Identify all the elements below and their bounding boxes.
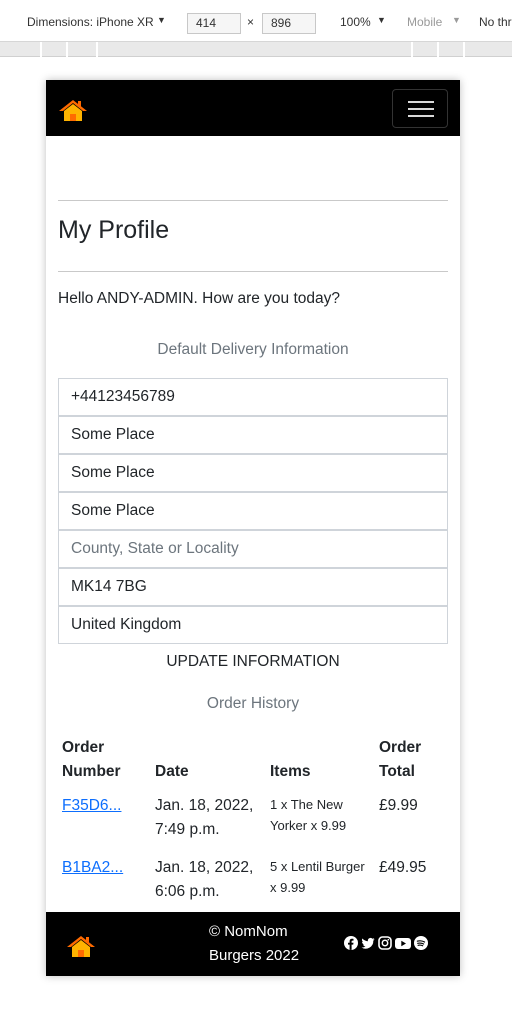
dimensions-times-sign: × [247,15,255,29]
order-number-link[interactable]: B1BA2... [62,859,123,876]
device-mode-select[interactable]: Mobile [407,15,442,29]
col-items: Items [270,763,311,780]
order-items: 5 x Lentil Burger x 9.99 [270,859,365,895]
copyright-text: © NomNom Burgers 2022 [209,923,300,964]
table-row: F35D6... Jan. 18, 2022, 7:49 p.m. 1 x Th… [58,790,450,852]
order-total: £49.95 [379,859,427,876]
dimensions-dropdown-icon[interactable]: ▼ [157,15,166,25]
town-city-field[interactable]: Some Place [58,492,448,530]
order-date: Jan. 18, 2022, 6:06 p.m. [155,859,254,900]
update-information-button[interactable]: UPDATE INFORMATION [46,653,460,671]
dimensions-select[interactable]: Dimensions: iPhone XR [27,15,154,29]
table-row: B1BA2... Jan. 18, 2022, 6:06 p.m. 5 x Le… [58,852,450,914]
throttling-select[interactable]: No thr [479,15,512,29]
county-field[interactable]: County, State or Locality [58,530,448,568]
country-field[interactable]: United Kingdom [58,606,448,644]
viewport-height-input[interactable]: 896 [262,13,316,34]
viewport-width-input[interactable]: 414 [187,13,241,34]
street-address1-field[interactable]: Some Place [58,416,448,454]
menu-toggler-icon [408,101,434,103]
col-order-total: Order Total [379,739,422,780]
house-logo-icon[interactable] [66,934,96,958]
footer: © NomNom Burgers 2022 [46,912,460,976]
devtools-toolbar: Dimensions: iPhone XR ▼ 414 × 896 100% ▼… [0,0,512,42]
page-title: My Profile [58,216,170,244]
order-history-heading: Order History [206,695,300,712]
media-query-ruler[interactable] [0,42,512,57]
device-viewport: My Profile Hello ANDY-ADMIN. How are you… [46,80,460,976]
menu-toggler-button[interactable] [392,89,448,128]
col-order-number: Order Number [62,739,121,780]
spotify-icon[interactable] [414,936,428,950]
zoom-dropdown-icon[interactable]: ▼ [377,15,386,25]
twitter-icon[interactable] [361,936,375,950]
navbar [46,80,460,136]
youtube-icon[interactable] [395,936,411,950]
order-date: Jan. 18, 2022, 7:49 p.m. [155,797,254,838]
delivery-heading: Default Delivery Information [157,341,349,358]
divider [58,200,448,201]
divider [58,271,448,272]
social-links [344,936,428,950]
table-header-row: Order Number Date Items Order Total [58,736,450,790]
device-mode-dropdown-icon[interactable]: ▼ [452,15,461,25]
instagram-icon[interactable] [378,936,392,950]
greeting-text: Hello ANDY-ADMIN. How are you today? [58,290,340,307]
col-date: Date [155,763,189,780]
zoom-select[interactable]: 100% [340,15,371,29]
street-address2-field[interactable]: Some Place [58,454,448,492]
phone-number-field[interactable]: +44123456789 [58,378,448,416]
order-items: 1 x The New Yorker x 9.99 [270,797,347,833]
order-history-table: Order Number Date Items Order Total F35D… [58,736,450,914]
house-logo-icon[interactable] [58,98,88,122]
postcode-field[interactable]: MK14 7BG [58,568,448,606]
facebook-icon[interactable] [344,936,358,950]
order-total: £9.99 [379,797,418,814]
order-number-link[interactable]: F35D6... [62,797,121,814]
